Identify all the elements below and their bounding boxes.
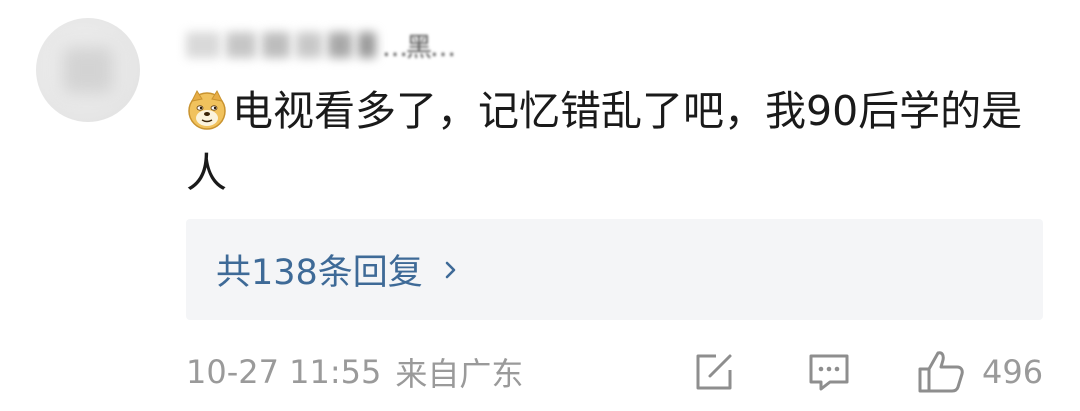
username-blurred-char <box>262 32 290 58</box>
like-button[interactable]: 496 <box>916 346 1043 398</box>
username-blurred-char <box>226 32 256 58</box>
username-blurred-char <box>328 32 352 58</box>
comment-time: 10-27 11:55 <box>186 353 382 391</box>
like-count: 496 <box>982 353 1044 391</box>
share-edit-icon <box>696 354 732 390</box>
username-blurred-char <box>186 32 220 58</box>
replies-count-label: 共138条回复 <box>216 253 423 293</box>
comment-bubble-icon <box>809 354 849 391</box>
doge-face-icon <box>188 89 226 130</box>
comment-body: 电视看多了，记忆错乱了吧，我90后学的是人 <box>186 80 1026 204</box>
replies-box[interactable]: 共138条回复 <box>186 219 1043 320</box>
comment-location: 来自广东 <box>395 355 524 393</box>
chevron-right-icon <box>445 261 456 278</box>
avatar[interactable] <box>36 18 140 122</box>
username-blurred-char <box>296 32 322 58</box>
comment-text: 电视看多了，记忆错乱了吧，我90后学的是人 <box>186 87 1023 197</box>
comment-meta: 10-27 11:55 来自广东 <box>186 346 523 398</box>
username-blurred-char <box>358 32 376 58</box>
username-visible-fragment: …黑… <box>382 32 456 63</box>
share-button[interactable] <box>692 346 736 398</box>
avatar-image-blurred <box>62 46 114 94</box>
username[interactable]: …黑… <box>186 22 456 68</box>
thumbs-up-icon <box>918 351 964 393</box>
comment-button[interactable] <box>806 346 852 398</box>
view-replies-link[interactable]: 共138条回复 <box>216 219 461 320</box>
